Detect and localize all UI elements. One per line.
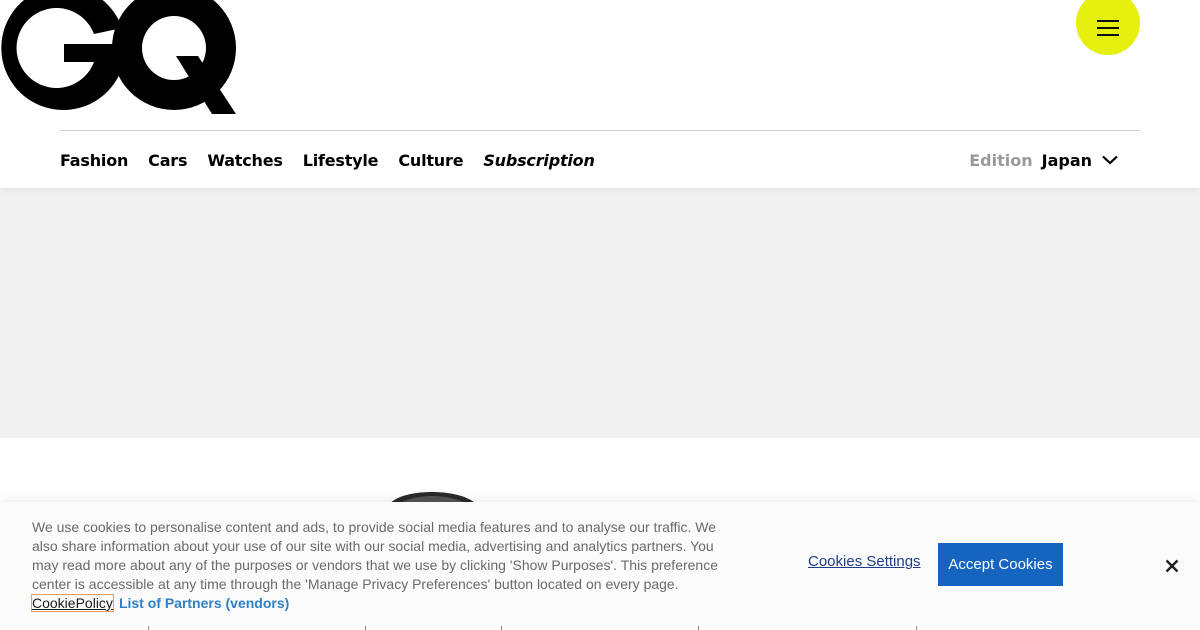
footer-nav-dividers-partial (0, 626, 1200, 630)
divider (916, 626, 917, 630)
site-header: Fashion Cars Watches Lifestyle Culture S… (0, 0, 1200, 188)
cookie-policy-link[interactable]: CookiePolicy (31, 594, 114, 612)
accept-cookies-button[interactable]: Accept Cookies (938, 543, 1063, 586)
gq-logo[interactable] (0, 0, 238, 115)
main-nav: Fashion Cars Watches Lifestyle Culture S… (60, 146, 615, 174)
cookie-message: We use cookies to personalise content an… (31, 518, 732, 613)
nav-item-subscription[interactable]: Subscription (483, 151, 595, 170)
chevron-down-icon (1102, 155, 1118, 165)
nav-item-watches[interactable]: Watches (207, 151, 283, 170)
menu-button[interactable] (1076, 0, 1140, 55)
divider (148, 626, 149, 630)
gq-logo-mark (1, 0, 236, 114)
nav-divider (60, 130, 1140, 131)
close-icon (1165, 559, 1179, 573)
nav-item-cars[interactable]: Cars (148, 151, 187, 170)
hamburger-icon (1097, 20, 1119, 36)
cookie-message-text: We use cookies to personalise content an… (32, 519, 719, 592)
divider (365, 626, 366, 630)
close-banner-button[interactable] (1158, 552, 1186, 580)
nav-item-culture[interactable]: Culture (398, 151, 463, 170)
edition-value: Japan (1041, 150, 1092, 170)
divider (501, 626, 502, 630)
divider (698, 626, 699, 630)
edition-selector[interactable]: Edition Japan (969, 146, 1118, 174)
ad-placeholder (0, 188, 1200, 438)
edition-label: Edition (969, 150, 1033, 170)
nav-item-fashion[interactable]: Fashion (60, 151, 128, 170)
nav-item-lifestyle[interactable]: Lifestyle (303, 151, 379, 170)
partners-link[interactable]: List of Partners (vendors) (119, 595, 289, 611)
cookie-banner: We use cookies to personalise content an… (0, 502, 1200, 630)
cookies-settings-button[interactable]: Cookies Settings (808, 553, 921, 570)
